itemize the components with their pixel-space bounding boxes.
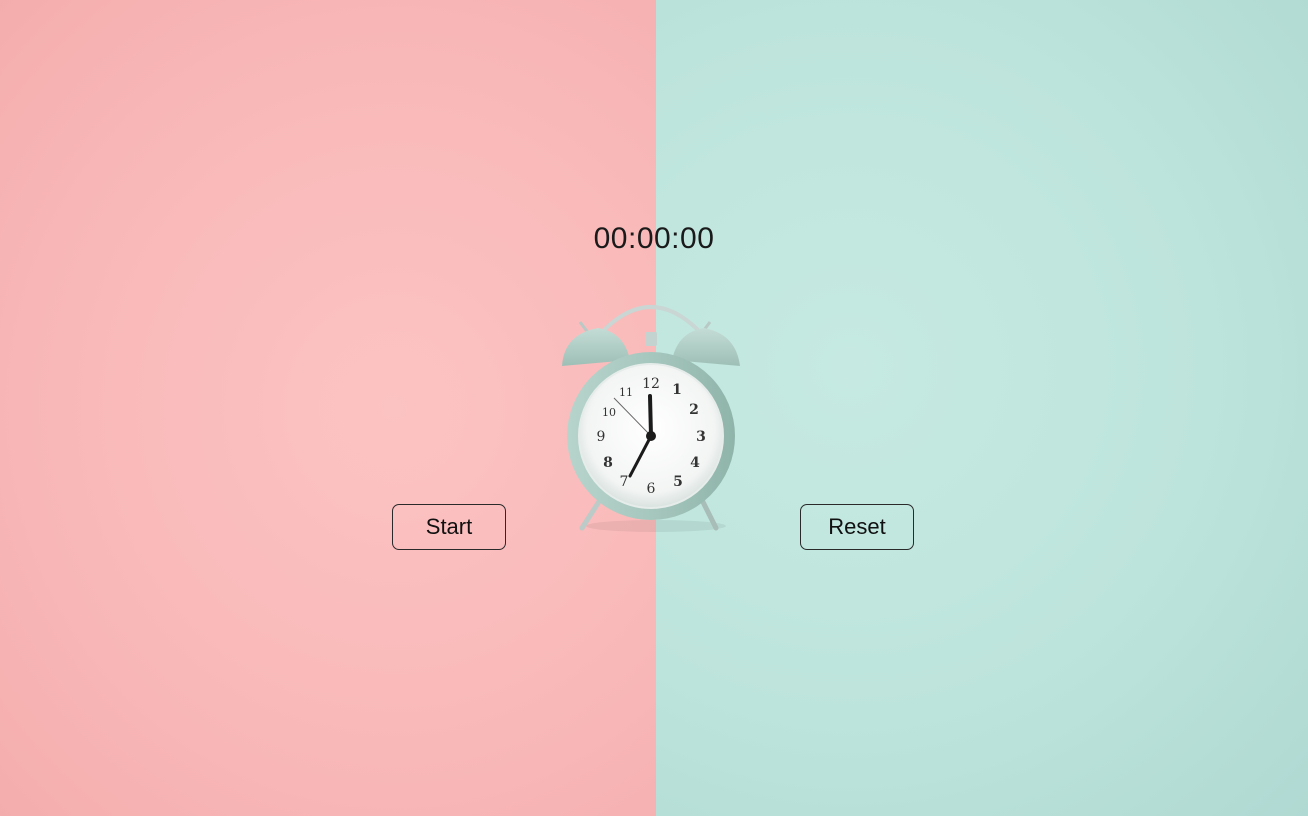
svg-text:12: 12 — [642, 376, 660, 392]
svg-text:7: 7 — [620, 474, 629, 490]
svg-text:11: 11 — [619, 386, 633, 399]
timer-display: 00:00:00 — [593, 222, 715, 255]
hour-hand — [648, 394, 653, 438]
svg-text:1: 1 — [672, 382, 682, 398]
start-button[interactable]: Start — [392, 504, 506, 550]
svg-text:9: 9 — [597, 429, 606, 445]
svg-text:8: 8 — [603, 455, 613, 471]
svg-text:5: 5 — [673, 474, 683, 490]
mint-background-panel — [656, 0, 1308, 816]
reset-button[interactable]: Reset — [800, 504, 914, 550]
svg-text:4: 4 — [690, 455, 700, 471]
svg-text:6: 6 — [647, 481, 656, 497]
svg-text:10: 10 — [602, 406, 616, 419]
svg-text:3: 3 — [696, 429, 706, 445]
alarm-clock-image: 12 1 2 3 4 5 6 7 8 9 10 11 — [562, 305, 740, 532]
svg-text:2: 2 — [689, 402, 699, 418]
stopwatch-page: 00:00:00 12 1 2 3 4 5 6 7 8 9 10 11 Star… — [0, 0, 1308, 816]
